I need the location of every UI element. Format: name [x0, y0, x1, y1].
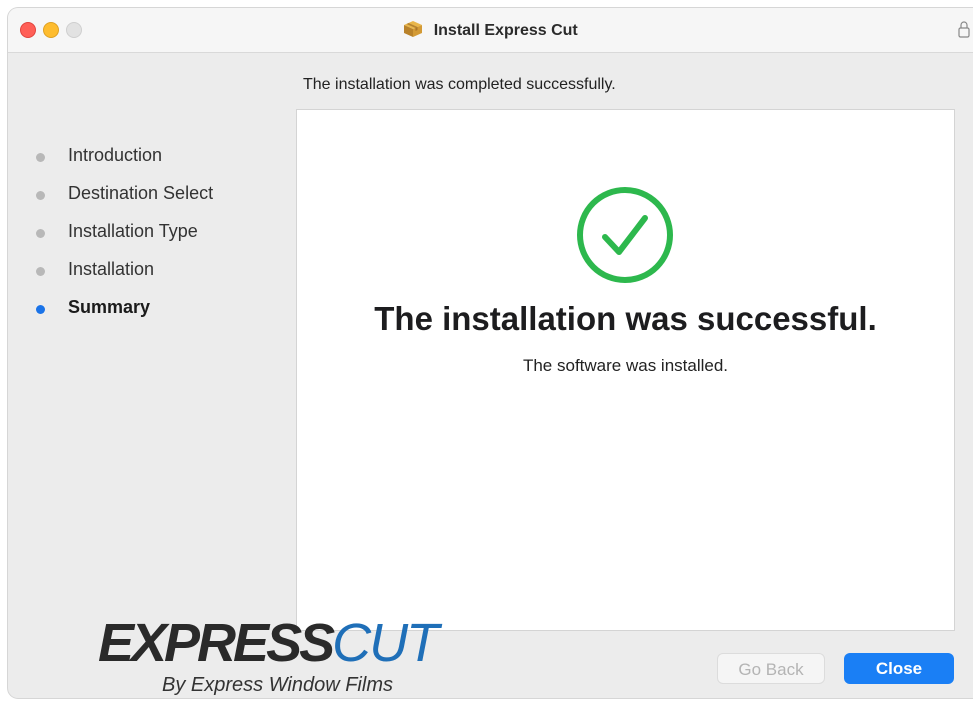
- step-label: Introduction: [68, 145, 163, 165]
- go-back-button[interactable]: Go Back: [717, 653, 825, 684]
- window-title: Install Express Cut: [433, 22, 578, 39]
- step-introduction: Introduction: [36, 145, 286, 183]
- close-button[interactable]: Close: [844, 653, 954, 684]
- window-title-group: Install Express Cut: [8, 20, 973, 43]
- package-icon: [403, 20, 423, 43]
- installer-steps: Introduction Destination Select Installa…: [36, 145, 286, 335]
- summary-panel: The installation was successful. The sof…: [296, 109, 955, 631]
- step-installation-type: Installation Type: [36, 221, 286, 259]
- step-label: Destination Select: [68, 183, 214, 203]
- step-dot-icon: [36, 153, 45, 162]
- installer-window: Install Express Cut The installation was…: [8, 8, 973, 698]
- step-destination-select: Destination Select: [36, 183, 286, 221]
- logo-wordmark: EXPRESSCUT: [98, 612, 439, 674]
- step-dot-icon: [36, 191, 45, 200]
- success-subtitle: The software was installed.: [522, 356, 729, 375]
- logo-brand-main: EXPRESS: [98, 613, 335, 673]
- checkmark-circle-icon: [577, 187, 673, 283]
- step-label: Installation Type: [68, 221, 198, 241]
- logo-brand-cut: CUT: [332, 613, 439, 673]
- step-label: Summary: [68, 297, 151, 317]
- page-header: The installation was completed successfu…: [303, 76, 616, 93]
- step-summary: Summary: [36, 297, 286, 335]
- step-dot-icon: [36, 267, 45, 276]
- title-bar: Install Express Cut: [8, 8, 973, 53]
- success-title: The installation was successful.: [374, 300, 877, 337]
- logo-tagline: By Express Window Films: [162, 674, 393, 696]
- step-dot-icon: [36, 229, 45, 238]
- step-installation: Installation: [36, 259, 286, 297]
- active-step-dot-icon: [36, 305, 45, 314]
- expresscut-logo: EXPRESSCUT By Express Window Films: [62, 606, 482, 696]
- lock-icon: [958, 21, 970, 38]
- step-label: Installation: [68, 259, 155, 279]
